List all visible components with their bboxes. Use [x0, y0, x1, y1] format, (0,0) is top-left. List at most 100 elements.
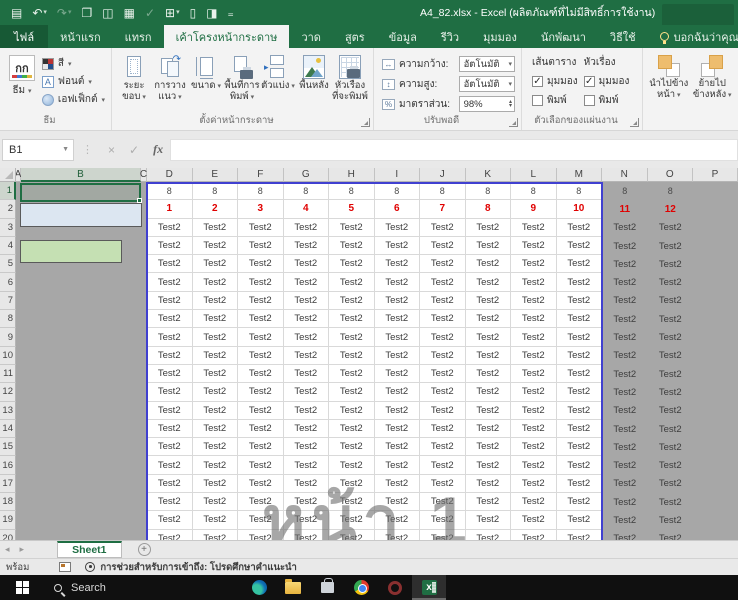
- cell-M6[interactable]: Test2: [557, 273, 603, 291]
- cell-I3[interactable]: Test2: [375, 219, 421, 237]
- cell-F13[interactable]: Test2: [238, 402, 284, 420]
- cell-J11[interactable]: Test2: [420, 365, 466, 383]
- cell-J8[interactable]: Test2: [420, 310, 466, 328]
- cell-P1[interactable]: [693, 182, 738, 200]
- row-header-16[interactable]: 16: [0, 456, 16, 474]
- row-header-10[interactable]: 10: [0, 347, 16, 365]
- cell-O19[interactable]: Test2: [648, 511, 694, 529]
- cell-F11[interactable]: Test2: [238, 365, 284, 383]
- cell-N16[interactable]: Test2: [602, 456, 648, 474]
- cell-F12[interactable]: Test2: [238, 383, 284, 401]
- cell-L16[interactable]: Test2: [511, 456, 557, 474]
- sheet-nav-left-icon[interactable]: ◂: [0, 544, 15, 555]
- cell-O18[interactable]: Test2: [648, 493, 694, 511]
- cell-F8[interactable]: Test2: [238, 310, 284, 328]
- cell-H3[interactable]: Test2: [329, 219, 375, 237]
- cell-P9[interactable]: [693, 328, 738, 346]
- cell-O16[interactable]: Test2: [648, 456, 694, 474]
- outside-print-area-left[interactable]: [16, 438, 147, 456]
- cell-K4[interactable]: Test2: [466, 237, 512, 255]
- effects-button[interactable]: เอฟเฟ็กต์▾: [42, 92, 105, 107]
- taskbar-opera[interactable]: [378, 575, 412, 600]
- cell-P8[interactable]: [693, 310, 738, 328]
- column-header-J[interactable]: J: [420, 168, 466, 182]
- tab-ไฟล์[interactable]: ไฟล์: [0, 25, 48, 48]
- cell-F14[interactable]: Test2: [238, 420, 284, 438]
- cell-E9[interactable]: Test2: [193, 328, 239, 346]
- column-header-K[interactable]: K: [466, 168, 512, 182]
- cell-L2[interactable]: 9: [511, 200, 557, 218]
- cell-M19[interactable]: Test2: [557, 511, 603, 529]
- cell-K11[interactable]: Test2: [466, 365, 512, 383]
- row-header-2[interactable]: 2: [0, 200, 16, 218]
- cell-O17[interactable]: Test2: [648, 475, 694, 493]
- row-header-13[interactable]: 13: [0, 402, 16, 420]
- cancel-icon[interactable]: ×: [101, 143, 122, 157]
- cell-b4-green[interactable]: [20, 240, 122, 263]
- checkbox-checked-icon[interactable]: ✓: [532, 76, 543, 87]
- cell-J4[interactable]: Test2: [420, 237, 466, 255]
- cell-M17[interactable]: Test2: [557, 475, 603, 493]
- cell-L14[interactable]: Test2: [511, 420, 557, 438]
- cell-P4[interactable]: [693, 237, 738, 255]
- cell-F10[interactable]: Test2: [238, 347, 284, 365]
- cell-L17[interactable]: Test2: [511, 475, 557, 493]
- cell-L20[interactable]: Test2: [511, 530, 557, 540]
- cell-M15[interactable]: Test2: [557, 438, 603, 456]
- cell-O6[interactable]: Test2: [648, 273, 694, 291]
- cell-K14[interactable]: Test2: [466, 420, 512, 438]
- cell-L6[interactable]: Test2: [511, 273, 557, 291]
- cell-H14[interactable]: Test2: [329, 420, 375, 438]
- cell-K12[interactable]: Test2: [466, 383, 512, 401]
- cell-N19[interactable]: Test2: [602, 511, 648, 529]
- table-icon[interactable]: ▦: [121, 6, 138, 20]
- taskbar-search[interactable]: Search: [44, 575, 234, 600]
- cell-P17[interactable]: [693, 475, 738, 493]
- sheet-nav-right-icon[interactable]: ▸: [15, 544, 30, 555]
- cell-F7[interactable]: Test2: [238, 292, 284, 310]
- cell-P2[interactable]: [693, 200, 738, 218]
- cell-L15[interactable]: Test2: [511, 438, 557, 456]
- outside-print-area-left[interactable]: [16, 493, 147, 511]
- row-header-18[interactable]: 18: [0, 493, 16, 511]
- cell-K8[interactable]: Test2: [466, 310, 512, 328]
- row-header-17[interactable]: 17: [0, 475, 16, 493]
- cell-O15[interactable]: Test2: [648, 438, 694, 456]
- cell-E6[interactable]: Test2: [193, 273, 239, 291]
- cell-F1[interactable]: 8: [238, 182, 284, 200]
- cell-I13[interactable]: Test2: [375, 402, 421, 420]
- cell-G13[interactable]: Test2: [284, 402, 330, 420]
- cell-N15[interactable]: Test2: [602, 438, 648, 456]
- outside-print-area-left[interactable]: [16, 511, 147, 529]
- column-header-B[interactable]: B: [21, 168, 141, 182]
- cell-P7[interactable]: [693, 292, 738, 310]
- cell-F15[interactable]: Test2: [238, 438, 284, 456]
- cell-P5[interactable]: [693, 255, 738, 273]
- cell-P6[interactable]: [693, 273, 738, 291]
- send-backward-button[interactable]: ย้ายไปข้างหลัง ▾: [691, 55, 735, 101]
- cell-I11[interactable]: Test2: [375, 365, 421, 383]
- cell-N5[interactable]: Test2: [602, 255, 648, 273]
- row-header-4[interactable]: 4: [0, 237, 16, 255]
- scale-input[interactable]: 98%▴▾: [459, 96, 515, 112]
- cell-M11[interactable]: Test2: [557, 365, 603, 383]
- taskbar-edge[interactable]: [242, 575, 276, 600]
- cell-H9[interactable]: Test2: [329, 328, 375, 346]
- print-area-right-border[interactable]: [601, 182, 603, 540]
- cell-E14[interactable]: Test2: [193, 420, 239, 438]
- cell-H13[interactable]: Test2: [329, 402, 375, 420]
- name-box[interactable]: B1 ▼: [2, 139, 74, 161]
- cell-E17[interactable]: Test2: [193, 475, 239, 493]
- หัวเรื่อง-พิมพ์-checkbox[interactable]: พิมพ์: [584, 93, 630, 108]
- เส้นตาราง-มุมมอง-checkbox[interactable]: ✓มุมมอง: [532, 74, 578, 89]
- column-header-O[interactable]: O: [648, 168, 694, 182]
- cell-O4[interactable]: Test2: [648, 237, 694, 255]
- cell-G1[interactable]: 8: [284, 182, 330, 200]
- cell-M14[interactable]: Test2: [557, 420, 603, 438]
- cell-I6[interactable]: Test2: [375, 273, 421, 291]
- cell-N14[interactable]: Test2: [602, 420, 648, 438]
- cell-G15[interactable]: Test2: [284, 438, 330, 456]
- cell-E5[interactable]: Test2: [193, 255, 239, 273]
- cell-L9[interactable]: Test2: [511, 328, 557, 346]
- cell-O3[interactable]: Test2: [648, 219, 694, 237]
